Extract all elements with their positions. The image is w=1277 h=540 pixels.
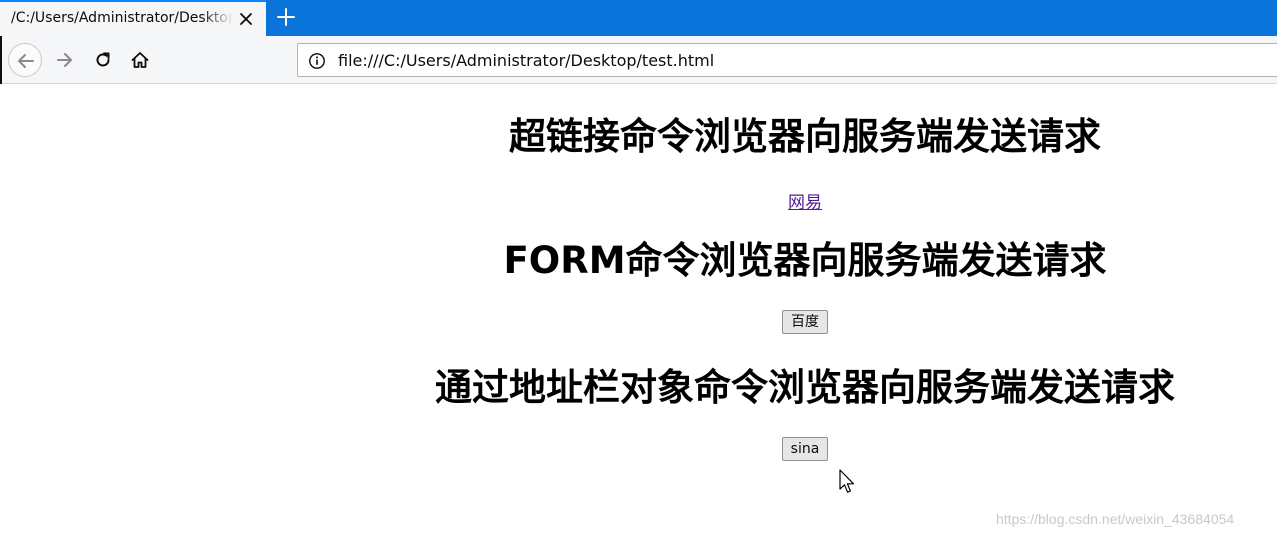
netease-link[interactable]: 网易	[788, 193, 822, 213]
reload-icon	[96, 52, 110, 67]
url-text[interactable]: file:///C:/Users/Administrator/Desktop/t…	[338, 51, 714, 70]
browser-window: /C:/Users/Administrator/Desktop/test.htm…	[0, 0, 1277, 540]
arrow-right-icon	[57, 53, 72, 67]
page-viewport: 超链接命令浏览器向服务端发送请求 网易 FORM命令浏览器向服务端发送请求 百度…	[0, 84, 1277, 540]
mouse-cursor-icon	[839, 469, 857, 495]
tab-strip: /C:/Users/Administrator/Desktop/test.htm…	[0, 0, 1277, 36]
back-button[interactable]	[8, 43, 42, 77]
info-icon[interactable]	[308, 52, 326, 70]
sina-button[interactable]: sina	[781, 437, 829, 461]
home-icon	[131, 52, 149, 68]
address-bar[interactable]: file:///C:/Users/Administrator/Desktop/t…	[297, 43, 1277, 77]
arrow-left-icon	[18, 54, 34, 68]
home-button[interactable]	[123, 43, 157, 77]
reload-button[interactable]	[86, 43, 120, 77]
heading-hyperlink: 超链接命令浏览器向服务端发送请求	[509, 115, 1101, 158]
tab-active[interactable]: /C:/Users/Administrator/Desktop/test.htm…	[0, 0, 266, 36]
form-row: 百度	[350, 310, 1260, 334]
link-row: 网易	[350, 188, 1260, 213]
close-icon[interactable]	[236, 9, 256, 29]
location-row: sina	[350, 437, 1260, 461]
forward-button[interactable]	[48, 43, 82, 77]
heading-form: FORM命令浏览器向服务端发送请求	[503, 239, 1107, 282]
heading-location: 通过地址栏对象命令浏览器向服务端发送请求	[435, 366, 1175, 409]
plus-icon[interactable]	[275, 6, 297, 28]
tab-title: /C:/Users/Administrator/Desktop/test.htm…	[11, 10, 233, 26]
navigation-toolbar: file:///C:/Users/Administrator/Desktop/t…	[0, 36, 1277, 84]
watermark: https://blog.csdn.net/weixin_43684054	[996, 511, 1235, 527]
baidu-button[interactable]: 百度	[782, 310, 828, 334]
